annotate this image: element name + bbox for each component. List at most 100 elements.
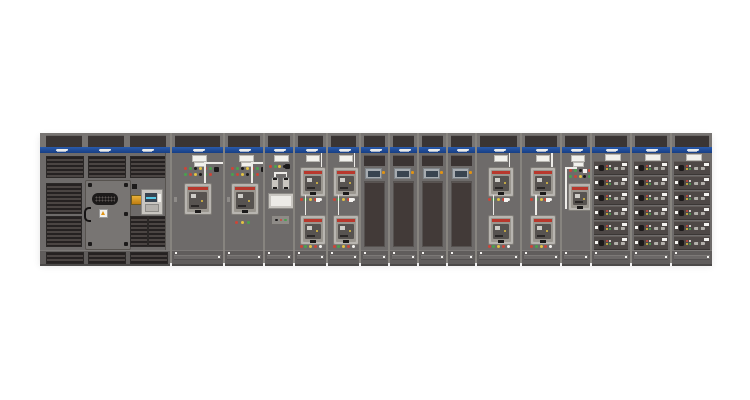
bay-body	[40, 153, 170, 250]
breaker-operator-knob	[599, 240, 604, 246]
indicator-light-red	[300, 245, 303, 248]
pilot-light-red	[646, 180, 648, 182]
breaker-faceplate	[189, 192, 207, 209]
breaker-operator-knob	[599, 195, 604, 201]
pilot-light-white	[609, 240, 611, 242]
roof-vent-strip	[419, 133, 446, 147]
pilot-light-cluster	[686, 180, 692, 187]
indicator-light-green	[274, 165, 277, 168]
breaker-racking-port	[195, 210, 201, 213]
pilot-light-white	[689, 225, 691, 227]
indicator-light-red	[235, 221, 238, 224]
breaker-rating-label	[304, 171, 322, 174]
pilot-light-green	[609, 183, 611, 185]
roof-vent-strip	[295, 133, 326, 147]
hinge-mark	[174, 197, 177, 202]
indicator-light-yellow	[199, 167, 202, 170]
indicator-light-red	[189, 173, 192, 176]
pilot-light-yellow	[646, 228, 648, 230]
nameplate-label	[274, 155, 289, 162]
breaker-status-lamp	[316, 230, 318, 232]
pilot-light-white	[649, 165, 651, 167]
roof-vent-panel	[675, 135, 709, 147]
pilot-light-green	[689, 213, 691, 215]
pilot-light-cluster	[646, 180, 652, 187]
bay-plinth	[40, 250, 170, 266]
indicator-light-black	[583, 175, 586, 178]
bay-plinth	[632, 250, 670, 266]
relay-subpanel	[271, 215, 290, 225]
pilot-light-green	[689, 228, 691, 230]
indicator-light-green	[574, 169, 577, 172]
pilot-light-white	[609, 210, 611, 212]
logo-underline	[607, 151, 616, 152]
indicator-light-red	[269, 165, 272, 168]
unit-nameplate	[662, 193, 667, 196]
meter-screen-line	[146, 197, 156, 199]
bay-plinth	[361, 250, 388, 266]
product-photo-canvas	[0, 0, 750, 400]
breaker-faceplate	[236, 192, 254, 209]
pilot-light-red	[646, 195, 648, 197]
indicator-light-yellow	[246, 167, 249, 170]
bay-body	[172, 153, 223, 250]
nameplate-label	[645, 154, 661, 161]
indicator-light-black	[199, 173, 202, 176]
pilot-light-yellow	[606, 243, 608, 245]
grille-holes	[95, 196, 115, 202]
plinth-fixing-dot	[625, 256, 627, 258]
bay-plinth	[295, 250, 326, 266]
breaker-rating-label	[304, 219, 322, 222]
brand-logo-wordmark	[339, 149, 351, 152]
brand-logo-wordmark	[274, 149, 286, 152]
brand-logo-wordmark	[494, 149, 506, 152]
pilot-light-red	[606, 180, 608, 182]
pilot-light-red	[606, 225, 608, 227]
roof-vent-panel	[525, 135, 557, 147]
indicator-light-yellow	[497, 198, 500, 201]
breaker-arc-vent-grille	[92, 193, 118, 205]
nameplate-label	[306, 155, 320, 162]
logo-underline	[371, 151, 380, 152]
mcc-drawer-unit	[634, 161, 668, 175]
pilot-light-white	[689, 240, 691, 242]
bay-body	[592, 153, 630, 250]
breaker-racking-port	[310, 240, 316, 243]
bay-plinth	[328, 250, 359, 266]
pilot-light-cluster	[606, 195, 612, 202]
pilot-light-cluster	[686, 240, 692, 247]
unit-nameplate	[622, 193, 627, 196]
bay-body	[225, 153, 263, 250]
breaker-operator-knob	[639, 240, 644, 246]
breaker-status-lamp	[504, 230, 506, 232]
unit-nameplate	[622, 238, 627, 241]
indicator-light-green	[184, 173, 187, 176]
mimic-bus-line	[565, 167, 567, 209]
mcc-drawer-unit	[674, 161, 710, 175]
unit-tag-label	[675, 211, 678, 214]
indicator-light-green	[231, 173, 234, 176]
breaker-operator-knob	[639, 210, 644, 216]
breaker-display	[238, 194, 243, 198]
pilot-light-red	[686, 240, 688, 242]
pilot-light-yellow	[686, 243, 688, 245]
unit-tag-label	[595, 226, 598, 229]
breaker-operator-knob	[599, 210, 604, 216]
drive-door-panel	[422, 181, 443, 247]
drawer-handle	[654, 167, 665, 170]
unit-nameplate	[662, 238, 667, 241]
plinth-trim-line	[227, 255, 261, 260]
metering-display-panel	[268, 193, 294, 209]
breaker-display	[307, 226, 312, 230]
logo-underline	[275, 151, 284, 152]
indicator-light-red	[333, 245, 336, 248]
breaker-display	[307, 178, 312, 182]
unit-nameplate	[704, 178, 709, 181]
bay-plinth	[448, 250, 475, 266]
roof-vent-panel	[175, 135, 220, 147]
meter-bay-vent	[148, 216, 166, 247]
indicator-light-red	[209, 173, 212, 176]
plinth-fixing-dot	[665, 256, 667, 258]
pilot-light-green	[689, 198, 691, 200]
breaker-rating-label	[534, 171, 552, 174]
